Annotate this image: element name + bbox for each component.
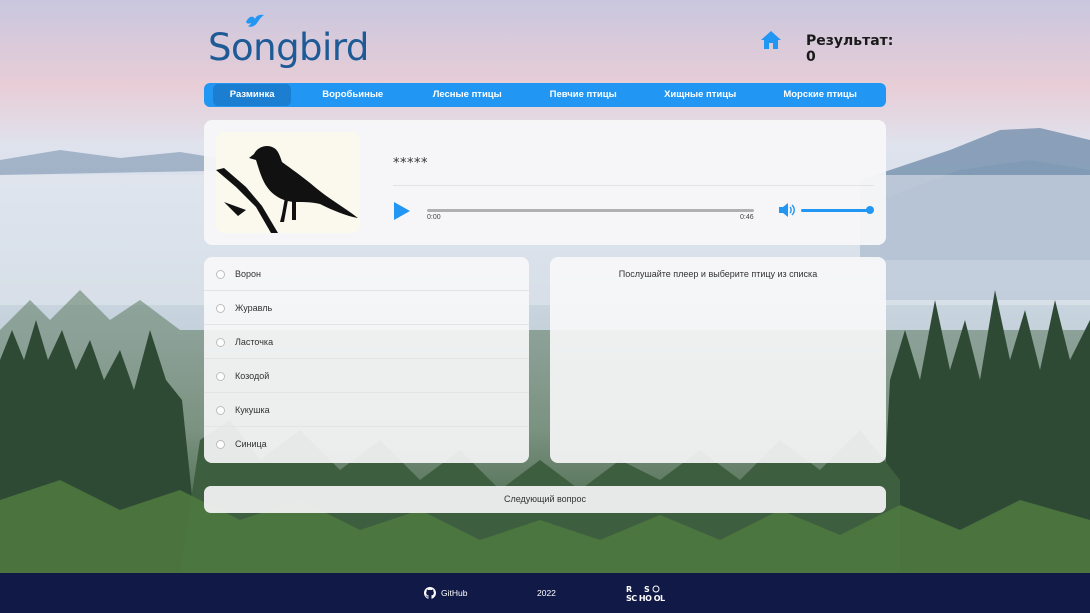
option-label: Кукушка <box>235 405 270 415</box>
next-question-button[interactable]: Следующий вопрос <box>204 486 886 513</box>
radio-indicator <box>216 269 225 279</box>
svg-text:R: R <box>626 585 632 594</box>
play-icon[interactable] <box>393 202 411 220</box>
option-label: Синица <box>235 439 267 449</box>
score-label: Результат: 0 <box>806 33 894 65</box>
volume-icon[interactable] <box>778 203 796 217</box>
list-item[interactable]: Синица <box>204 427 529 461</box>
list-item[interactable]: Ласточка <box>204 325 529 359</box>
github-link[interactable]: GitHub <box>441 588 467 598</box>
nav-item-warmup[interactable]: Разминка <box>213 84 292 106</box>
footer: GitHub 2022 R S SC HO OL <box>0 573 1090 613</box>
radio-indicator <box>216 371 225 381</box>
logo[interactable]: Songbird <box>208 14 369 66</box>
bird-info-panel: Послушайте плеер и выберите птицу из спи… <box>550 257 886 463</box>
nav-item-passerines[interactable]: Воробьиные <box>291 84 414 106</box>
volume-slider[interactable] <box>801 209 872 212</box>
home-icon[interactable] <box>760 30 782 50</box>
radio-indicator <box>216 337 225 347</box>
option-label: Ласточка <box>235 337 274 347</box>
footer-year: 2022 <box>537 588 556 598</box>
nav-item-forest-birds[interactable]: Лесные птицы <box>414 84 520 106</box>
svg-text:SC HO OL: SC HO OL <box>626 594 665 603</box>
svg-text:S: S <box>644 585 650 594</box>
github-icon[interactable] <box>424 587 436 599</box>
volume-slider-handle[interactable] <box>866 206 874 214</box>
option-label: Журавль <box>235 303 273 313</box>
option-label: Козодой <box>235 371 270 381</box>
list-item[interactable]: Журавль <box>204 291 529 325</box>
nav-item-songbirds[interactable]: Певчие птицы <box>520 84 646 106</box>
answer-options-list: Ворон Журавль Ласточка Козодой Кукушка С… <box>204 257 529 463</box>
radio-indicator <box>216 405 225 415</box>
duration: 0:46 <box>740 214 754 221</box>
radio-indicator <box>216 439 225 449</box>
current-time: 0:00 <box>427 214 441 221</box>
radio-indicator <box>216 303 225 313</box>
category-nav: Разминка Воробьиные Лесные птицы Певчие … <box>204 83 886 107</box>
info-prompt: Послушайте плеер и выберите птицу из спи… <box>618 269 818 279</box>
rs-school-logo-icon[interactable]: R S SC HO OL <box>626 584 670 604</box>
hidden-bird-image <box>216 132 360 233</box>
nav-item-birds-of-prey[interactable]: Хищные птицы <box>646 84 754 106</box>
list-item[interactable]: Ворон <box>204 257 529 291</box>
divider <box>393 185 874 186</box>
list-item[interactable]: Козодой <box>204 359 529 393</box>
list-item[interactable]: Кукушка <box>204 393 529 427</box>
logo-text: Songbird <box>208 26 369 69</box>
hidden-bird-name: ***** <box>393 156 428 171</box>
progress-bar[interactable] <box>427 209 754 212</box>
option-label: Ворон <box>235 269 261 279</box>
nav-item-seabirds[interactable]: Морские птицы <box>754 84 886 106</box>
question-player-card: ***** 0:00 0:46 <box>204 120 886 245</box>
bird-logo-icon <box>246 14 264 27</box>
